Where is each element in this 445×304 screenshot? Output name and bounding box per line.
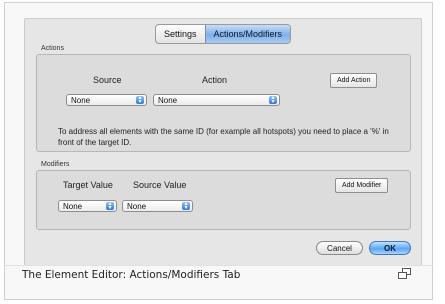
- modifiers-group-label: Modifiers: [41, 161, 70, 168]
- target-id-note: To address all elements with the same ID…: [58, 127, 389, 147]
- actions-group-label: Actions: [41, 45, 64, 52]
- target-value-select-value: None: [63, 202, 83, 211]
- tab-bar: Settings Actions/Modifiers: [155, 24, 292, 44]
- action-select[interactable]: None ▴ ▾: [153, 94, 280, 106]
- cancel-button[interactable]: Cancel: [316, 241, 363, 255]
- action-source-select[interactable]: None ▴ ▾: [66, 94, 147, 106]
- target-value-column-header: Target Value: [63, 180, 113, 190]
- add-modifier-button[interactable]: Add Modifier: [335, 178, 389, 193]
- source-value-select[interactable]: None ▴ ▾: [122, 200, 193, 212]
- source-value-select-value: None: [127, 202, 147, 211]
- action-select-value: None: [158, 96, 178, 105]
- target-value-select[interactable]: None ▴ ▾: [58, 200, 117, 212]
- tab-settings[interactable]: Settings: [156, 25, 205, 43]
- action-source-select-value: None: [71, 96, 91, 105]
- up-down-chevron-icon: ▴ ▾: [182, 201, 190, 211]
- source-column-header: Source: [93, 75, 122, 85]
- caption-divider: [4, 265, 433, 266]
- expand-icon[interactable]: [398, 268, 411, 279]
- action-column-header: Action: [202, 75, 228, 85]
- ok-button[interactable]: OK: [369, 241, 411, 255]
- up-down-chevron-icon: ▴ ▾: [269, 95, 277, 105]
- source-value-column-header: Source Value: [133, 180, 187, 190]
- up-down-chevron-icon: ▴ ▾: [136, 95, 144, 105]
- figure-caption: The Element Editor: Actions/Modifiers Ta…: [22, 269, 241, 281]
- add-action-button[interactable]: Add Action: [330, 73, 378, 88]
- up-down-chevron-icon: ▴ ▾: [106, 201, 114, 211]
- tab-actions-modifiers[interactable]: Actions/Modifiers: [204, 25, 291, 43]
